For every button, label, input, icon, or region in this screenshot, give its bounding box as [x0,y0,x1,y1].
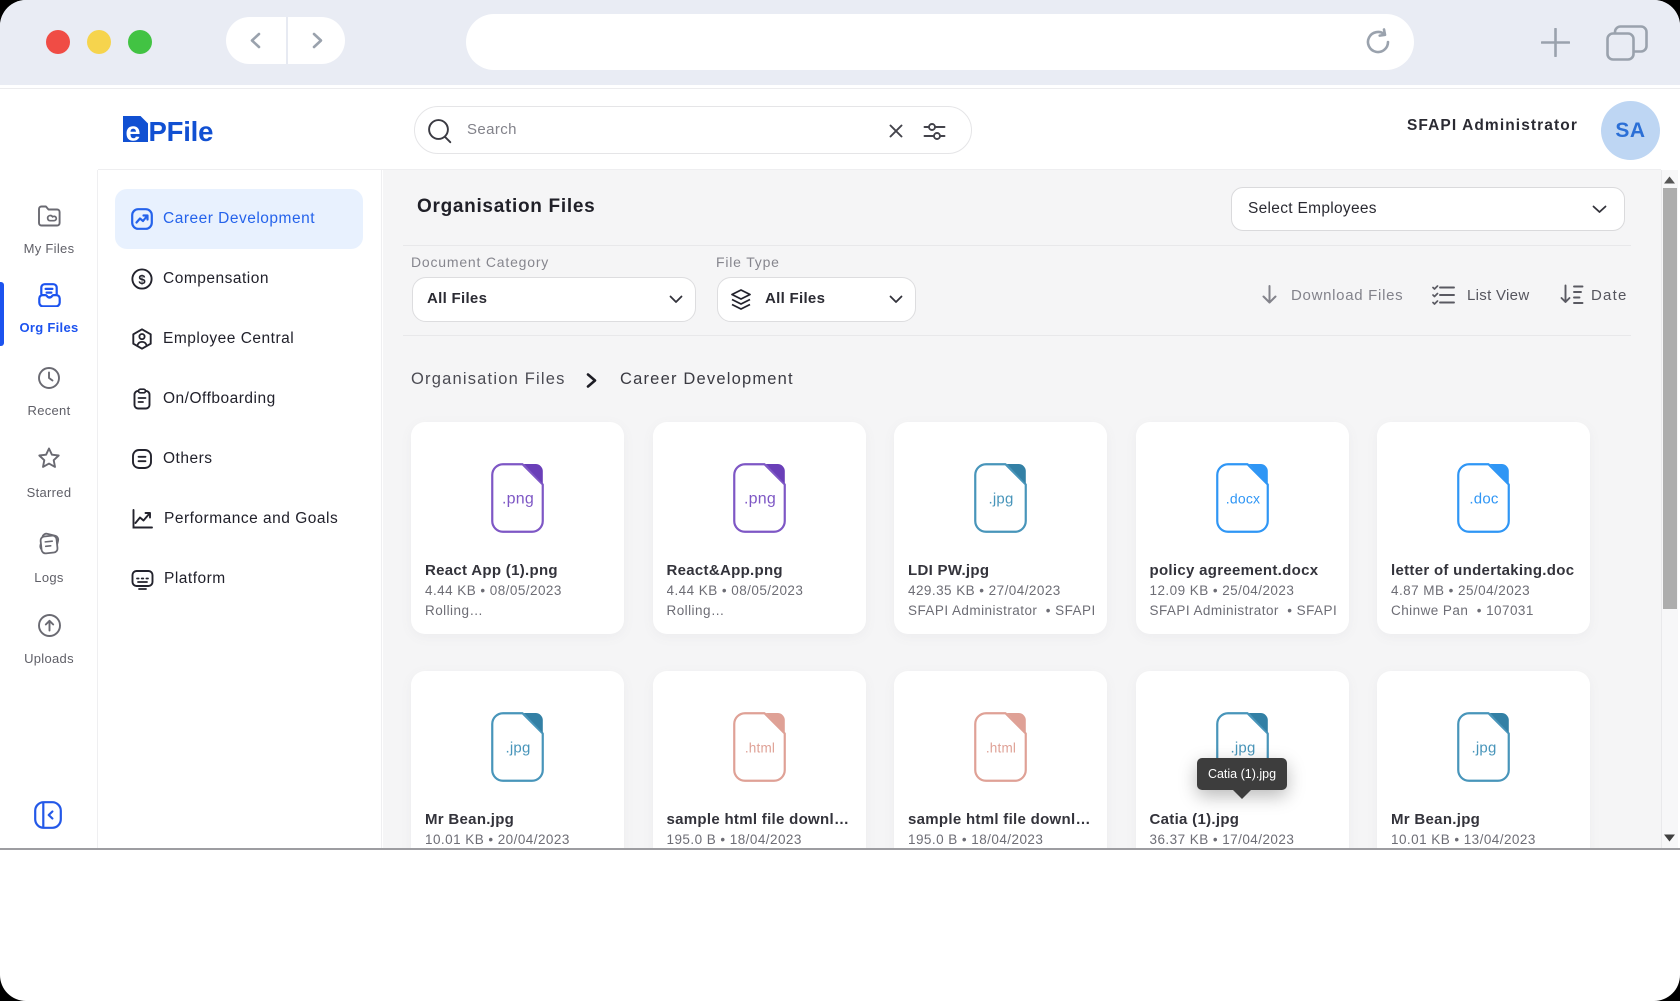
svg-text:.jpg: .jpg [1472,740,1497,757]
svg-text:PFile: PFile [149,116,214,146]
svg-text:.jpg: .jpg [989,491,1014,508]
svg-text:.html: .html [986,741,1016,756]
svg-text:.jpg: .jpg [1230,740,1255,757]
svg-text:.png: .png [502,491,534,508]
svg-text:.html: .html [744,741,774,756]
svg-text:$: $ [138,272,146,287]
svg-text:.png: .png [744,491,776,508]
svg-text:.jpg: .jpg [506,740,531,757]
svg-text:.docx: .docx [1225,491,1259,507]
svg-text:.doc: .doc [1469,491,1498,508]
svg-text:e: e [126,117,141,147]
